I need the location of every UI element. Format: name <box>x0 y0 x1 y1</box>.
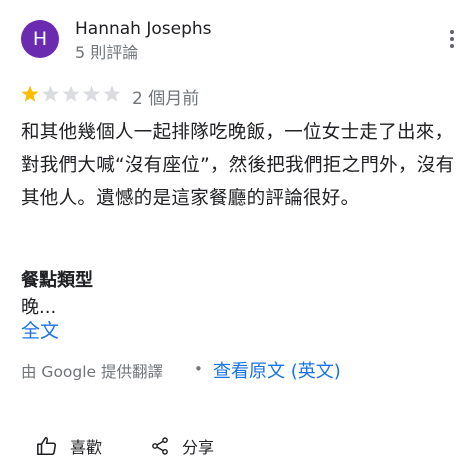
separator-dot: • <box>194 360 203 378</box>
view-original-link[interactable]: 查看原文 (英文) <box>213 357 341 383</box>
avatar-letter: H <box>32 28 48 50</box>
thumbs-up-icon <box>37 436 57 456</box>
avatar[interactable]: H <box>21 20 59 58</box>
translated-by-label: 由 Google 提供翻譯 <box>21 363 164 381</box>
author-name[interactable]: Hannah Josephs <box>75 19 212 39</box>
like-label: 喜歡 <box>70 438 103 457</box>
share-label: 分享 <box>182 438 215 457</box>
share-button[interactable]: 分享 <box>150 432 214 460</box>
review-text: 和其他幾個人一起排隊吃晚飯，一位女士走了出來，對我們大喊“沒有座位”，然後把我們… <box>21 122 455 209</box>
section-title: 餐點類型 <box>21 270 93 291</box>
author-review-count: 5 則評論 <box>75 43 139 62</box>
review-time: 2 個月前 <box>132 89 200 109</box>
star-empty-icon <box>82 85 101 102</box>
star-empty-icon <box>103 85 121 102</box>
read-more-link[interactable]: 全文 <box>21 316 59 343</box>
star-filled-icon <box>21 85 39 102</box>
star-empty-icon <box>62 85 80 102</box>
like-button[interactable]: 喜歡 <box>36 432 102 460</box>
star-rating <box>21 85 121 102</box>
share-icon <box>152 437 168 455</box>
more-vert-icon[interactable] <box>447 30 457 54</box>
star-empty-icon <box>41 85 60 102</box>
